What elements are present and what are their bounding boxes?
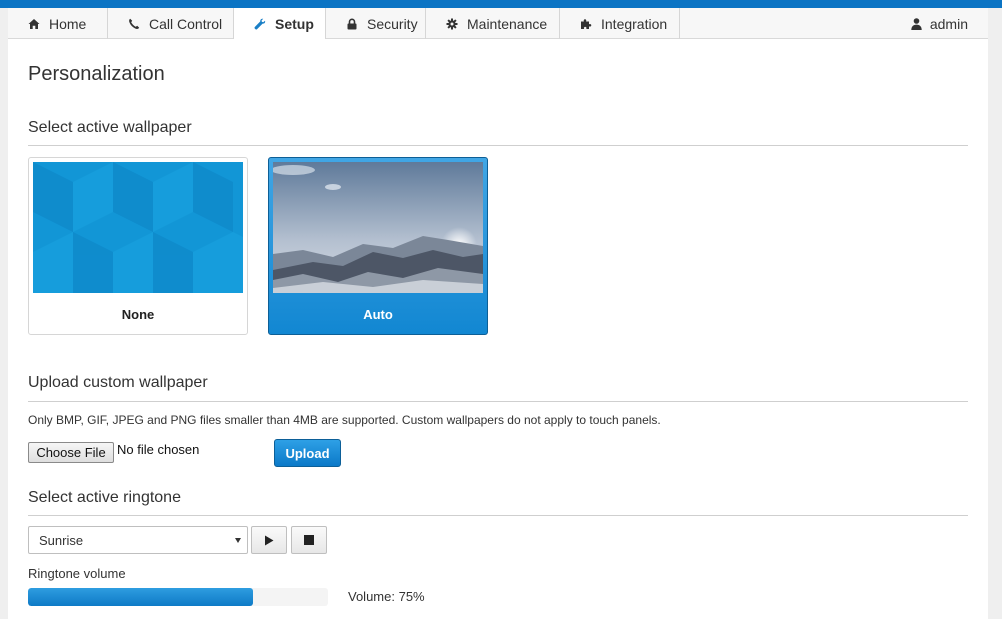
tab-setup[interactable]: Setup [233,8,326,40]
puzzle-icon [581,18,592,29]
wallpaper-thumbnail-mountains [273,162,483,293]
tab-label: Home [49,15,87,32]
tab-home[interactable]: Home [8,8,108,39]
phone-icon [129,18,140,29]
wallpaper-option-auto[interactable]: Auto [268,157,488,335]
wallpaper-option-none[interactable]: None [28,157,248,335]
ringtone-select[interactable]: Sunrise [28,526,248,554]
user-icon [911,17,922,30]
stop-button[interactable] [291,526,327,554]
main-content: Personalization Select active wallpaper [8,39,988,619]
divider [28,401,968,402]
file-status: No file chosen [117,442,200,457]
volume-label: Ringtone volume [28,566,126,581]
home-icon [28,18,40,29]
tab-label: Security [367,15,418,32]
user-menu[interactable]: admin [911,8,968,39]
upload-button[interactable]: Upload [274,439,341,467]
wallpaper-option-label: None [121,306,155,322]
choose-file-button[interactable]: Choose File [28,442,114,463]
tab-maintenance[interactable]: Maintenance [426,8,560,39]
play-icon [265,535,274,545]
wallpaper-section-title: Select active wallpaper [28,119,192,136]
divider [28,145,968,146]
ringtone-select-value: Sunrise [39,532,84,548]
upload-note: Only BMP, GIF, JPEG and PNG files smalle… [28,413,661,427]
volume-slider-fill [28,588,253,606]
page-title: Personalization [28,63,165,85]
lock-icon [347,18,357,29]
tab-security[interactable]: Security [326,8,426,39]
tab-label: Maintenance [467,15,548,32]
wrench-icon [254,18,266,30]
chevron-down-icon [235,538,241,543]
volume-slider[interactable] [28,588,328,606]
tab-call-control[interactable]: Call Control [108,8,234,39]
play-button[interactable] [251,526,287,554]
user-name: admin [929,15,968,32]
tab-label: Setup [275,16,314,32]
tab-integration[interactable]: Integration [560,8,680,39]
main-nav: Home Call Control Setup Security Mainten… [8,8,988,40]
ringtone-section-title: Select active ringtone [28,489,181,506]
wallpaper-thumbnail-blue [33,162,243,293]
tab-label: Call Control [149,15,223,32]
upload-section-title: Upload custom wallpaper [28,374,208,391]
divider [28,515,968,516]
volume-readout: Volume: 75% [348,589,425,604]
wallpaper-option-label: Auto [363,306,393,322]
tab-label: Integration [601,15,668,32]
stop-icon [304,535,314,545]
gear-icon [446,18,458,29]
top-accent-bar [0,0,1002,8]
